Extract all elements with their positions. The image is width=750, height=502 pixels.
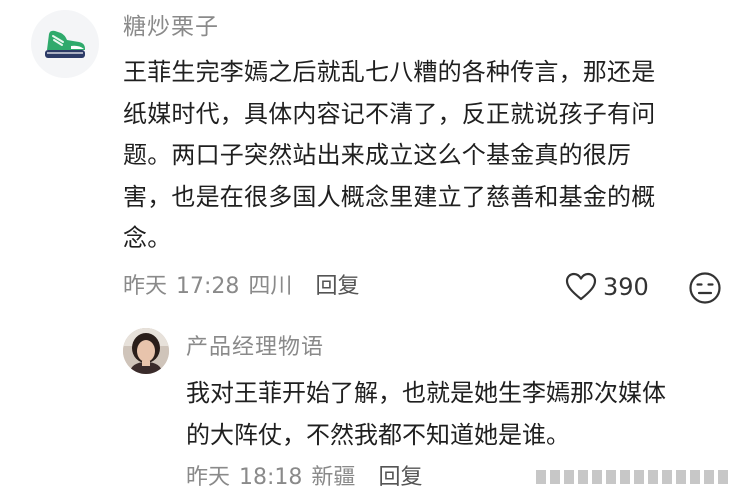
dislike-button[interactable] [688,271,722,305]
comment-body-line: 念。 [123,224,172,252]
reply-time: 18:18 [239,465,303,490]
watermark-logo [536,470,728,484]
comment-time: 17:28 [176,274,240,299]
comment-body-line: 纸媒时代，具体内容记不清了，反正就说孩子有问 [123,99,656,128]
reply-location: 新疆 [311,465,356,490]
comment-username[interactable]: 糖炒栗子 [123,12,219,42]
comment-body-line: 王菲生完李嫣之后就乱七八糟的各种传言，那还是 [123,58,656,86]
reply-body-line: 的大阵仗，不然我都不知道她是谁。 [186,421,570,449]
reply-button[interactable]: 回复 [315,274,359,299]
reply-reply-button[interactable]: 回复 [378,465,422,490]
comment-body: 王菲生完李嫣之后就乱七八糟的各种传言，那还是 纸媒时代，具体内容记不清了，反正就… [123,52,725,260]
user-photo-avatar [123,328,169,374]
reply-meta: 昨天 18:18 新疆 回复 [186,463,422,493]
comment-meta: 昨天 17:28 四川 回复 [123,272,359,302]
like-button[interactable]: 390 [565,270,649,304]
sneaker-icon [45,30,85,58]
reply-date: 昨天 [186,465,231,490]
comment-location: 四川 [248,274,293,299]
meh-face-icon [689,272,721,304]
comment-date: 昨天 [123,274,168,299]
heart-outline-icon [565,272,597,301]
reply-avatar[interactable] [123,328,169,374]
comment-thread: 糖炒栗子 王菲生完李嫣之后就乱七八糟的各种传言，那还是 纸媒时代，具体内容记不清… [0,0,750,502]
like-count: 390 [603,273,649,301]
reply-body-line: 我对王菲开始了解，也就是她生李嫣那次媒体 [186,379,666,407]
reply-body: 我对王菲开始了解，也就是她生李嫣那次媒体 的大阵仗，不然我都不知道她是谁。 [186,372,731,456]
comment-body-line: 害，也是在很多国人概念里建立了慈善和基金的概 [123,182,656,211]
avatar[interactable] [31,10,99,78]
reply-username[interactable]: 产品经理物语 [186,333,324,363]
comment-body-line: 题。两口子突然站出来成立这么个基金真的很厉 [123,141,632,169]
